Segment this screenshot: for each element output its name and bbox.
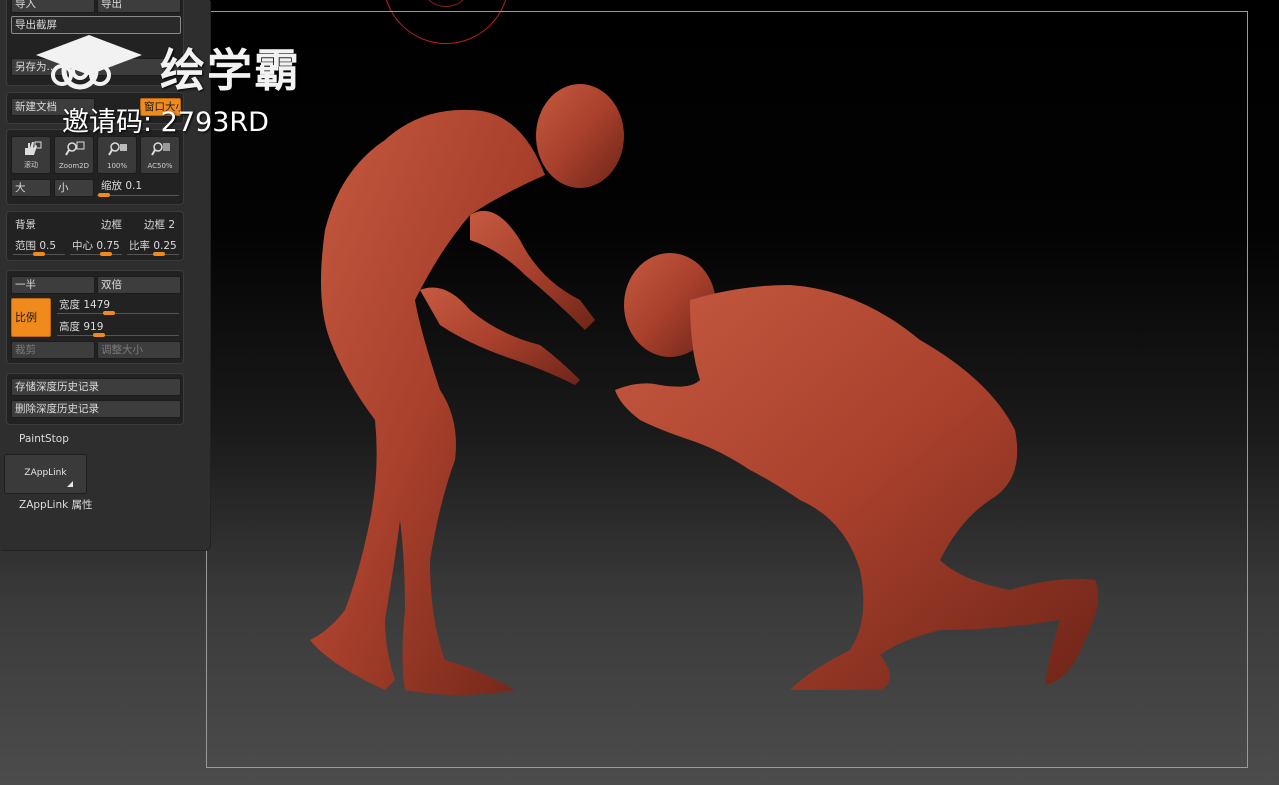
double-button[interactable]: 双倍 (97, 276, 181, 294)
small-button[interactable]: 小 (54, 179, 94, 197)
rate-value: 0.25 (153, 240, 177, 252)
zoom2d-button[interactable]: Zoom2D (54, 136, 94, 174)
zoom-label: 缩放 (101, 180, 122, 192)
corner-arrow-icon (67, 481, 73, 487)
watermark-brand: 绘学霸 (160, 44, 302, 97)
height-value: 919 (83, 321, 104, 333)
zoom2d-icon (65, 141, 85, 156)
height-slider-knob[interactable] (93, 333, 105, 337)
zoom-slider[interactable]: 缩放 0.1 (97, 177, 181, 195)
range-value: 0.5 (39, 240, 57, 252)
zoom-slider-knob[interactable] (98, 193, 110, 197)
height-slider[interactable]: 高度 919 (55, 318, 181, 336)
view-group: 滚动 Zoom2D 100% AC50% 大 小 缩放 0.1 (6, 129, 184, 205)
kneeling-figure (615, 253, 1099, 690)
history-group: 存储深度历史记录 删除深度历史记录 (6, 373, 184, 425)
center-label: 中心 (72, 240, 93, 252)
watermark-logo-icon (36, 35, 142, 90)
export-button[interactable]: 导出 (97, 0, 181, 13)
zoom2d-caption: Zoom2D (58, 162, 90, 170)
zoom-100-button[interactable]: 100% (97, 136, 137, 174)
zapplink-button[interactable]: ZAppLink (4, 454, 87, 494)
rate-slider-knob[interactable] (153, 252, 165, 256)
height-slider-track (57, 335, 179, 336)
zoom-value: 0.1 (125, 180, 143, 192)
pan-caption: 滚动 (24, 161, 38, 169)
range-slider-knob[interactable] (33, 252, 45, 256)
antialias-50-caption: AC50% (147, 162, 173, 170)
rate-label: 比率 (129, 240, 150, 252)
range-label: 范围 (15, 240, 36, 252)
standing-figure (310, 84, 624, 696)
resize-button[interactable]: 调整大小 (97, 341, 181, 359)
zoom-100-caption: 100% (106, 162, 127, 170)
border2-button[interactable]: 边框 2 (140, 216, 184, 234)
delete-depth-history-button[interactable]: 删除深度历史记录 (11, 400, 181, 418)
antialias-50-button[interactable]: AC50% (140, 136, 180, 174)
large-button[interactable]: 大 (11, 179, 51, 197)
border-button[interactable]: 边框 (97, 216, 137, 234)
center-slider-track (70, 254, 122, 255)
watermark-invite-code: 邀请码: 2793RD (62, 107, 269, 138)
background-group: 背景 边框 边框 2 范围 0.5 中心 0.75 比率 0.25 (6, 211, 184, 261)
center-slider-knob[interactable] (100, 252, 112, 256)
paintstop-label[interactable]: PaintStop (19, 433, 69, 445)
background-button[interactable]: 背景 (11, 216, 95, 234)
crop-button[interactable]: 裁剪 (11, 341, 95, 359)
export-screenshot-button[interactable]: 导出截屏 (11, 16, 181, 34)
width-label: 宽度 (59, 299, 80, 311)
zoom-100-icon (108, 142, 127, 156)
width-slider[interactable]: 宽度 1479 (55, 296, 181, 314)
width-slider-knob[interactable] (103, 311, 115, 315)
ratio-button[interactable]: 比例 (11, 298, 51, 337)
width-value: 1479 (83, 299, 111, 311)
store-depth-history-button[interactable]: 存储深度历史记录 (11, 378, 181, 396)
antialias-50-icon (151, 142, 170, 156)
width-slider-track (57, 313, 179, 314)
height-label: 高度 (59, 321, 80, 333)
center-slider[interactable]: 中心 0.75 (68, 237, 124, 255)
pan-button[interactable]: 滚动 (11, 136, 51, 174)
size-group: 一半 双倍 比例 宽度 1479 高度 919 裁剪 调整大小 (6, 270, 184, 364)
import-button[interactable]: 导入 (11, 0, 95, 13)
center-value: 0.75 (96, 240, 120, 252)
zapplink-button-label: ZAppLink (24, 468, 67, 478)
zapplink-properties-label[interactable]: ZAppLink 属性 (19, 497, 93, 512)
hand-pan-icon (25, 141, 42, 155)
half-button[interactable]: 一半 (11, 276, 95, 294)
